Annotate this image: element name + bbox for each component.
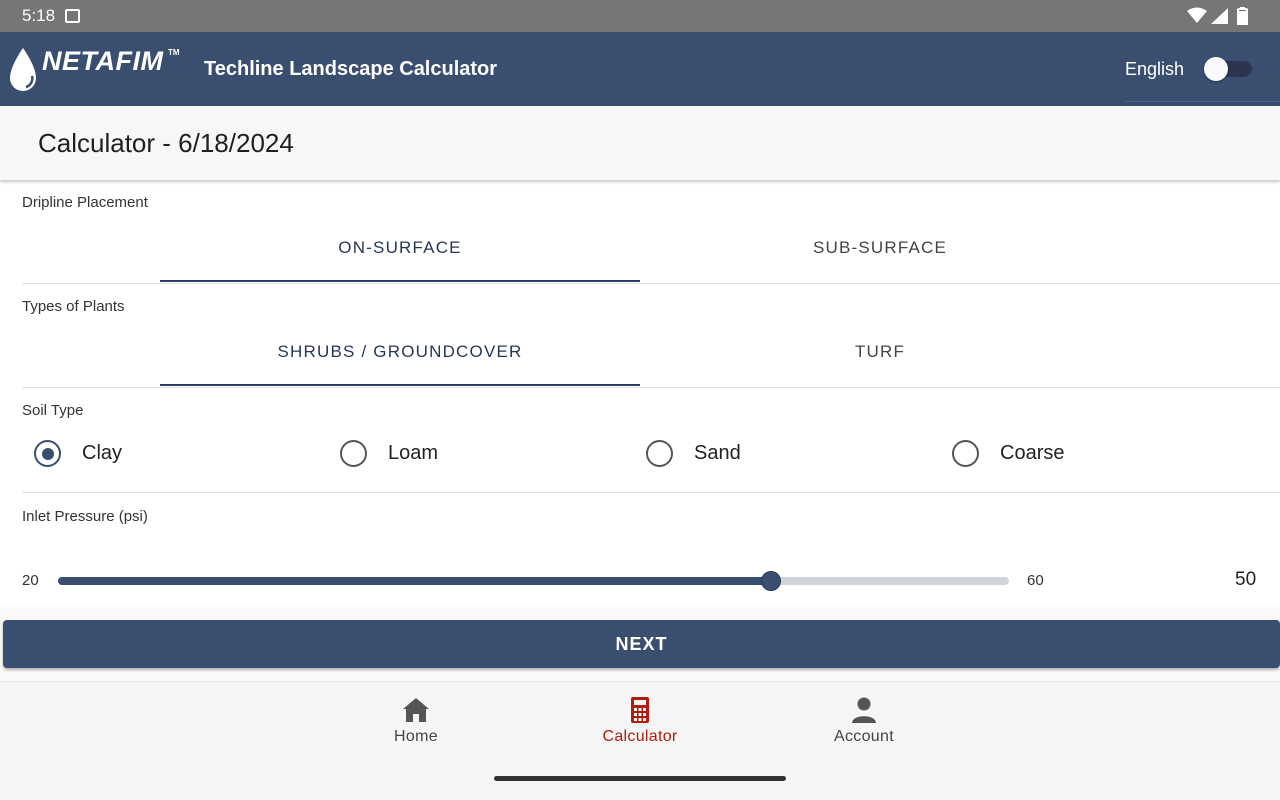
wifi-icon — [1187, 7, 1207, 23]
language-label: English — [1125, 59, 1185, 79]
tab-turf[interactable]: TURF — [640, 330, 1120, 386]
types-of-plants-label: Types of Plants — [22, 298, 125, 315]
slider-min-label: 20 — [22, 572, 39, 589]
bottom-navigation: Home Calculator Account — [0, 681, 1280, 800]
water-drop-icon — [10, 48, 36, 91]
language-toggle[interactable] — [1204, 57, 1254, 81]
tab-indicator — [160, 280, 640, 282]
tab-label: ON-SURFACE — [338, 238, 462, 257]
app-title: Techline Landscape Calculator — [204, 58, 498, 80]
nav-item-calculator[interactable]: Calculator — [580, 694, 700, 750]
status-time: 5:18 — [22, 6, 56, 25]
inlet-pressure-label: Inlet Pressure (psi) — [22, 508, 148, 525]
slider-value: 50 — [1235, 569, 1257, 590]
next-button[interactable]: NEXT — [3, 620, 1280, 668]
tab-shrubs-groundcover[interactable]: SHRUBS / GROUNDCOVER — [160, 330, 640, 386]
tab-label: TURF — [854, 342, 906, 361]
toggle-thumb — [1204, 57, 1228, 81]
divider — [22, 492, 1280, 493]
account-icon — [852, 697, 876, 723]
radio-button[interactable] — [646, 440, 673, 467]
radio-button-selected[interactable] — [34, 440, 61, 467]
signal-icon — [1211, 8, 1228, 24]
netafim-logo: NETAFIM TM — [10, 44, 180, 94]
tab-on-surface[interactable]: ON-SURFACE — [160, 226, 640, 282]
dripline-tabs: ON-SURFACE SUB-SURFACE — [160, 226, 1120, 282]
trademark: TM — [168, 48, 180, 57]
nav-label: Account — [834, 728, 894, 745]
calculator-form: Dripline Placement ON-SURFACE SUB-SURFAC… — [0, 180, 1280, 605]
home-icon — [403, 698, 429, 722]
soil-type-label: Soil Type — [22, 402, 84, 419]
divider — [22, 387, 1280, 388]
appbar-divider — [1125, 101, 1280, 102]
soil-type-radio-group: Clay Loam Sand Coarse — [0, 438, 1280, 470]
page-title: Calculator - 6/18/2024 — [38, 128, 294, 158]
app-bar: NETAFIM TM Techline Landscape Calculator… — [0, 32, 1280, 106]
tab-label: SUB-SURFACE — [812, 238, 948, 257]
tab-indicator — [160, 384, 640, 386]
dripline-placement-label: Dripline Placement — [22, 194, 148, 211]
radio-button[interactable] — [340, 440, 367, 467]
nav-item-home[interactable]: Home — [356, 694, 476, 750]
divider — [22, 283, 1280, 284]
slider-max-label: 60 — [1027, 572, 1044, 589]
brand-name: NETAFIM — [42, 46, 164, 76]
status-bar: 5:18 — [0, 0, 1280, 32]
battery-icon — [1237, 7, 1248, 25]
nav-item-account[interactable]: Account — [804, 694, 924, 750]
radio-button[interactable] — [952, 440, 979, 467]
radio-label: Clay — [82, 442, 123, 464]
nav-label: Home — [394, 728, 438, 745]
slider-fill — [58, 577, 772, 585]
slider-thumb[interactable] — [761, 571, 782, 591]
next-button-area: NEXT — [0, 605, 1280, 681]
plant-type-tabs: SHRUBS / GROUNDCOVER TURF — [160, 330, 1120, 386]
radio-label: Coarse — [1000, 442, 1065, 464]
nav-label: Calculator — [602, 728, 678, 745]
screenshot-notification-icon — [65, 9, 80, 23]
pressure-slider[interactable] — [58, 571, 1009, 591]
calculator-icon — [631, 697, 649, 723]
tab-sub-surface[interactable]: SUB-SURFACE — [640, 226, 1120, 282]
radio-label: Sand — [694, 442, 741, 464]
gesture-home-bar[interactable] — [494, 776, 786, 781]
tab-label: SHRUBS / GROUNDCOVER — [277, 342, 523, 361]
radio-label: Loam — [388, 442, 439, 464]
page-header: Calculator - 6/18/2024 — [0, 106, 1280, 180]
